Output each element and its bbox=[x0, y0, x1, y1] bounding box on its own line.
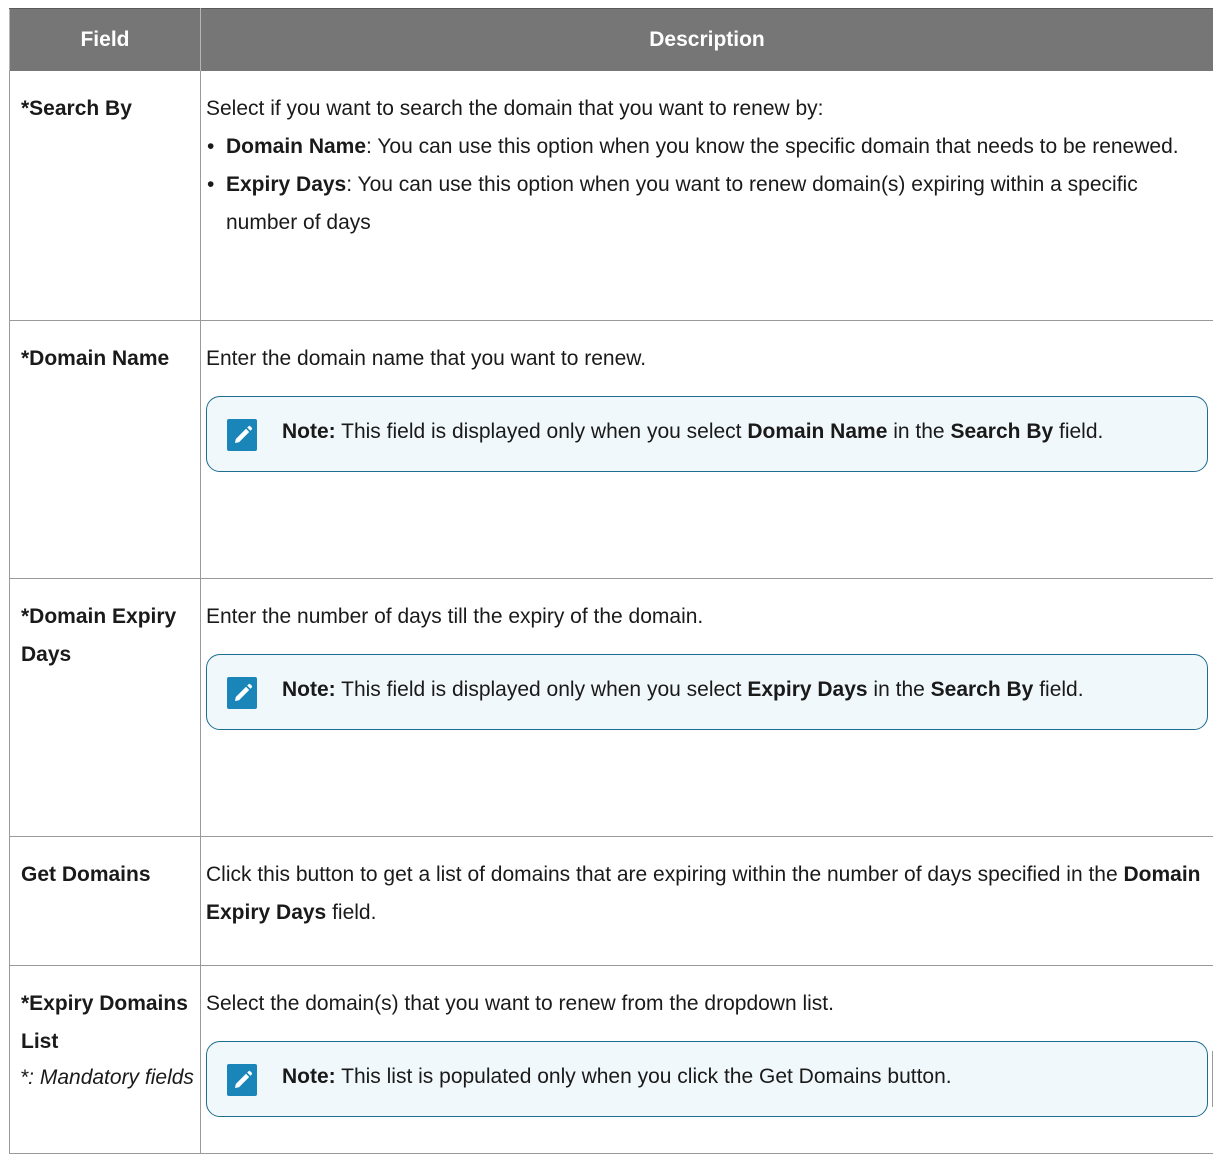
note-bold-term: Search By bbox=[931, 678, 1034, 701]
note-text-part: in the bbox=[887, 420, 950, 443]
description-text: Enter the domain name that you want to r… bbox=[206, 340, 1208, 378]
note-label: Note: bbox=[282, 420, 336, 443]
option-term: Domain Name bbox=[226, 135, 366, 158]
field-description: Enter the domain name that you want to r… bbox=[201, 321, 1213, 579]
description-text-part: Click this button to get a list of domai… bbox=[206, 863, 1124, 886]
description-text: Select if you want to search the domain … bbox=[206, 90, 1208, 128]
note-text: Note: This field is displayed only when … bbox=[282, 420, 1103, 443]
note-label: Note: bbox=[282, 678, 336, 701]
page: Field Description *Search By Select if y… bbox=[0, 0, 1213, 1107]
table-row: *Search By Select if you want to search … bbox=[10, 71, 1213, 321]
list-item: • Expiry Days: You can use this option wh… bbox=[206, 166, 1208, 242]
field-name: *Domain Expiry Days bbox=[10, 579, 201, 837]
list-item: • Domain Name: You can use this option wh… bbox=[206, 128, 1208, 166]
field-name: Get Domains bbox=[10, 837, 201, 966]
description-text: Select the domain(s) that you want to re… bbox=[206, 985, 1208, 1023]
pencil-note-icon bbox=[227, 677, 257, 709]
table-row: *Domain Name Enter the domain name that … bbox=[10, 321, 1213, 579]
header-description: Description bbox=[201, 9, 1213, 72]
field-name: *Search By bbox=[10, 71, 201, 321]
bullet: • bbox=[207, 128, 214, 166]
note-bold-term: Search By bbox=[950, 420, 1053, 443]
field-description: Click this button to get a list of domai… bbox=[201, 837, 1213, 966]
note-bold-term: Domain Name bbox=[747, 420, 887, 443]
option-term: Expiry Days bbox=[226, 173, 346, 196]
table-header-row: Field Description bbox=[10, 9, 1213, 72]
mandatory-fields-footnote: *: Mandatory fields bbox=[9, 1051, 1213, 1107]
bullet: • bbox=[207, 166, 214, 204]
fields-table: Field Description *Search By Select if y… bbox=[9, 8, 1213, 1154]
table-row: Get Domains Click this button to get a l… bbox=[10, 837, 1213, 966]
option-list: •Domain Name: You can use this option wh… bbox=[206, 128, 1208, 242]
field-name: *Domain Name bbox=[10, 321, 201, 579]
note-bold-term: Expiry Days bbox=[747, 678, 867, 701]
note-text-part: in the bbox=[868, 678, 931, 701]
note-text-part: This field is displayed only when you se… bbox=[336, 678, 748, 701]
note-text: Note: This field is displayed only when … bbox=[282, 678, 1084, 701]
table-row: *Domain Expiry Days Enter the number of … bbox=[10, 579, 1213, 837]
pencil-note-icon bbox=[227, 419, 257, 451]
note-text-part: This field is displayed only when you se… bbox=[336, 420, 748, 443]
field-description: Select if you want to search the domain … bbox=[201, 71, 1213, 321]
note-box: Note: This field is displayed only when … bbox=[206, 396, 1208, 472]
description-text: Click this button to get a list of domai… bbox=[206, 856, 1208, 932]
note-text-part: field. bbox=[1033, 678, 1083, 701]
description-text-part: field. bbox=[326, 901, 376, 924]
field-description: Enter the number of days till the expiry… bbox=[201, 579, 1213, 837]
option-text: : You can use this option when you want … bbox=[226, 173, 1138, 234]
note-box: Note: This field is displayed only when … bbox=[206, 654, 1208, 730]
option-text: : You can use this option when you know … bbox=[366, 135, 1179, 158]
note-text-part: field. bbox=[1053, 420, 1103, 443]
header-field: Field bbox=[10, 9, 201, 72]
description-text: Enter the number of days till the expiry… bbox=[206, 598, 1208, 636]
